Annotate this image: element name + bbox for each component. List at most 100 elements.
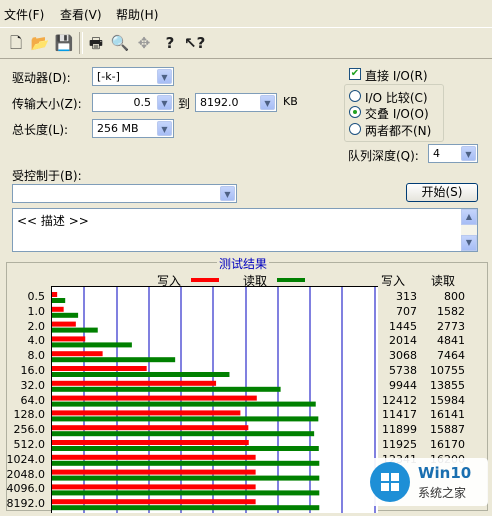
transfer-size-label: 传输大小(Z): — [12, 97, 82, 111]
category-label: 128.0 — [13, 408, 46, 422]
open-icon[interactable]: 📂 — [30, 33, 50, 53]
bar-write — [52, 292, 58, 297]
column-read-header: 读取 — [431, 274, 456, 288]
read-value-label: 7464 — [437, 349, 465, 363]
total-length-label: 总长度(L): — [12, 123, 69, 137]
queue-depth-select[interactable]: 4 ▼ — [428, 144, 478, 163]
bar-read — [52, 505, 320, 511]
bar-write — [52, 395, 257, 401]
total-length-value: 256 MB — [97, 122, 139, 135]
menu-help[interactable]: 帮助(H) — [116, 6, 158, 23]
results-title: 测试结果 — [217, 255, 270, 272]
toolbar-separator — [79, 32, 83, 54]
radio-io-compare[interactable] — [349, 90, 361, 102]
write-value-label: 9944 — [389, 378, 417, 392]
read-value-label: 10755 — [430, 364, 465, 377]
queue-depth-value: 4 — [433, 147, 440, 160]
watermark-sub: 系统之家 — [418, 486, 467, 500]
bar-read — [52, 298, 66, 303]
print-icon[interactable]: 🖶 — [86, 33, 106, 53]
scroll-down-icon[interactable]: ▼ — [461, 235, 477, 251]
write-value-label: 707 — [396, 304, 417, 318]
radio-io-compare-label: I/O 比较(C) — [365, 91, 428, 105]
category-label: 2048.0 — [6, 467, 46, 481]
write-value-label: 11925 — [382, 438, 417, 451]
queue-depth-label: 队列深度(Q): — [348, 149, 419, 163]
bar-read — [52, 475, 320, 481]
bar-write — [52, 499, 256, 505]
category-label: 8.0 — [27, 349, 46, 363]
radio-overlap-io[interactable] — [349, 106, 361, 118]
bar-read — [52, 460, 320, 466]
save-icon[interactable]: 💾 — [54, 33, 74, 53]
chart-plot-area — [51, 286, 378, 513]
bar-read — [52, 431, 315, 437]
menu-view[interactable]: 查看(V) — [60, 6, 102, 23]
controlled-by-select[interactable]: ▼ — [12, 184, 237, 203]
category-label: 1.0 — [27, 304, 46, 318]
category-label: 1024.0 — [6, 452, 46, 466]
read-value-label: 800 — [444, 290, 465, 303]
chevron-down-icon[interactable]: ▼ — [157, 95, 172, 110]
chevron-down-icon[interactable]: ▼ — [157, 121, 172, 136]
bar-read — [52, 327, 98, 333]
drive-select[interactable]: [-k-] ▼ — [92, 67, 174, 86]
write-value-label: 11899 — [382, 423, 417, 437]
description-scrollbar[interactable]: ▲ ▼ — [461, 209, 477, 251]
results-chart — [52, 287, 376, 513]
description-box[interactable]: << 描述 >> ▲ ▼ — [12, 208, 478, 252]
to-label: 到 — [178, 97, 191, 111]
radio-overlap-label: 交叠 I/O(O) — [365, 107, 429, 121]
legend-write-swatch — [191, 278, 219, 282]
radio-neither-label: 两者都不(N) — [365, 124, 432, 138]
drive-label: 驱动器(D): — [12, 71, 71, 85]
write-value-label: 313 — [396, 290, 417, 303]
print-preview-icon[interactable]: 🔍 — [110, 33, 130, 53]
category-label: 0.5 — [27, 290, 46, 303]
transfer-to-value: 8192.0 — [200, 96, 239, 109]
transfer-from-select[interactable]: 0.5 ▼ — [92, 93, 174, 112]
bar-write — [52, 366, 147, 371]
scroll-up-icon[interactable]: ▲ — [461, 209, 477, 225]
category-label: 2.0 — [27, 319, 46, 333]
category-label: 8192.0 — [6, 497, 46, 511]
chevron-down-icon[interactable]: ▼ — [260, 95, 275, 110]
bar-write — [52, 454, 256, 460]
bar-write — [52, 469, 256, 475]
direct-io-label: 直接 I/O(R) — [365, 69, 428, 83]
help-icon[interactable]: ? — [160, 33, 180, 53]
read-value-label: 4841 — [437, 334, 465, 348]
category-label: 4.0 — [27, 334, 46, 348]
category-label: 64.0 — [20, 393, 46, 407]
move-icon[interactable]: ✥ — [134, 33, 154, 53]
bar-write — [52, 410, 241, 416]
chevron-down-icon[interactable]: ▼ — [461, 146, 476, 161]
category-label: 512.0 — [13, 438, 46, 451]
transfer-to-select[interactable]: 8192.0 ▼ — [195, 93, 277, 112]
column-write-header: 写入 — [381, 274, 406, 288]
menu-bar: 文件(F) 查看(V) 帮助(H) — [0, 0, 492, 26]
direct-io-checkbox[interactable]: ✔ — [349, 68, 361, 80]
bar-read — [52, 312, 79, 318]
bar-read — [52, 446, 319, 451]
radio-neither[interactable] — [349, 123, 361, 135]
write-value-label: 11417 — [382, 408, 417, 422]
watermark-brand: Win10 — [418, 464, 472, 482]
read-value-label: 2773 — [437, 319, 465, 333]
read-value-label: 13855 — [430, 378, 465, 392]
toolbar: 🗋 📂 💾 🖶 🔍 ✥ ? ↖? — [0, 27, 492, 59]
read-value-label: 15887 — [430, 423, 465, 437]
chevron-down-icon[interactable]: ▼ — [220, 186, 235, 201]
write-value-label: 12412 — [382, 393, 417, 407]
menu-file[interactable]: 文件(F) — [4, 6, 44, 23]
chevron-down-icon[interactable]: ▼ — [157, 69, 172, 84]
total-length-select[interactable]: 256 MB ▼ — [92, 119, 174, 138]
start-button[interactable]: 开始(S) — [406, 183, 478, 202]
write-value-label: 5738 — [389, 364, 417, 377]
bar-read — [52, 372, 230, 377]
transfer-from-value: 0.5 — [133, 96, 152, 109]
new-icon[interactable]: 🗋 — [6, 33, 26, 53]
write-value-label: 2014 — [389, 334, 417, 348]
bar-write — [52, 440, 249, 445]
context-help-icon[interactable]: ↖? — [184, 33, 205, 53]
